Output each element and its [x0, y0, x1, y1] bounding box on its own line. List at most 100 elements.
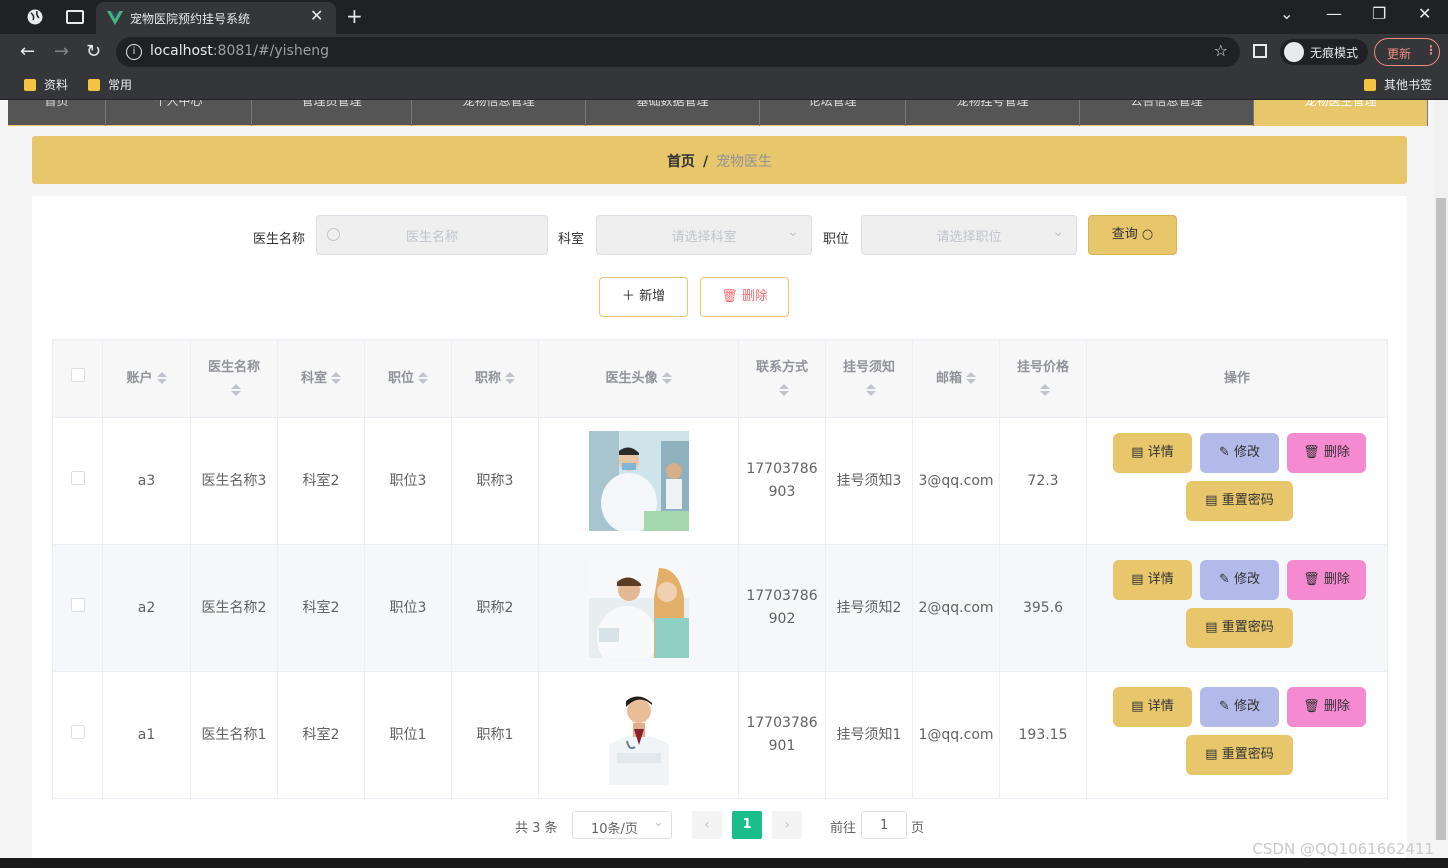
sort-icon[interactable]: [231, 383, 241, 396]
prev-page-button[interactable]: ‹: [692, 811, 722, 839]
edit-button[interactable]: ✎ 修改: [1200, 560, 1279, 600]
info-icon[interactable]: i: [126, 44, 142, 60]
nav-item-pet-info[interactable]: 宠物信息管理: [412, 100, 586, 126]
position-select[interactable]: 请选择职位 ⌄: [861, 215, 1077, 255]
goto-page-input[interactable]: 1: [861, 811, 907, 839]
url-field[interactable]: i localhost:8081/#/yisheng ☆: [116, 37, 1240, 67]
folder-icon: [24, 79, 36, 91]
reset-password-button[interactable]: ▤ 重置密码: [1186, 608, 1293, 648]
bookmark-folder[interactable]: 资料: [24, 76, 68, 93]
sort-icon[interactable]: [661, 372, 672, 384]
page-viewport: 首页 个人中心 管理员管理 宠物信息管理 基础数据管理 论坛管理 宠物挂号管理 …: [0, 100, 1448, 868]
browser-tab[interactable]: 宠物医院预约挂号系统 ✕: [96, 2, 336, 34]
cell-doctor-name: 医生名称1: [190, 671, 278, 799]
detail-button[interactable]: ▤ 详情: [1113, 433, 1192, 473]
header-price[interactable]: 挂号价格: [999, 339, 1087, 418]
add-button[interactable]: ＋ 新增: [599, 277, 688, 317]
sort-icon[interactable]: [331, 372, 341, 384]
trash-icon: 🗑: [1303, 572, 1320, 587]
document-icon: ▤: [1131, 445, 1144, 460]
incognito-badge[interactable]: 无痕模式: [1280, 39, 1368, 65]
reload-icon[interactable]: ↻: [86, 41, 101, 62]
cell-price: 72.3: [999, 417, 1087, 545]
delete-button[interactable]: 🗑 删除: [1287, 433, 1366, 473]
cell-actions: ▤ 详情 ✎ 修改 🗑 删除 ▤ 重置密码: [1086, 544, 1388, 672]
cell-title: 职称2: [451, 544, 539, 672]
minimize-icon[interactable]: —: [1326, 4, 1342, 23]
cell-actions: ▤ 详情 ✎ 修改 🗑 删除 ▤ 重置密码: [1086, 417, 1388, 545]
sort-icon[interactable]: [156, 372, 167, 384]
delete-button[interactable]: 🗑 删除: [1287, 687, 1366, 727]
chevron-down-icon[interactable]: ⌄: [1280, 4, 1293, 23]
new-tab-icon[interactable]: +: [346, 4, 363, 28]
menu-dots-icon: ⋮: [1425, 43, 1437, 57]
detail-button[interactable]: ▤ 详情: [1113, 560, 1192, 600]
tab-title: 宠物医院预约挂号系统: [130, 12, 251, 26]
other-bookmarks[interactable]: 其他书签: [1364, 76, 1432, 93]
nav-item-admin[interactable]: 管理员管理: [252, 100, 412, 126]
restore-icon[interactable]: ❐: [1372, 4, 1386, 23]
header-email[interactable]: 邮箱: [912, 339, 1000, 418]
sort-icon[interactable]: [505, 372, 515, 384]
delete-button[interactable]: 🗑 删除: [1287, 560, 1366, 600]
tab-search-icon[interactable]: [66, 10, 84, 24]
next-page-button[interactable]: ›: [772, 811, 802, 839]
nav-item-forum[interactable]: 论坛管理: [760, 100, 906, 126]
document-icon: ▤: [1131, 572, 1144, 587]
select-all-checkbox[interactable]: [70, 368, 85, 382]
back-icon[interactable]: ←: [20, 41, 35, 62]
doctor-photo[interactable]: [588, 431, 689, 531]
header-position[interactable]: 职位: [364, 339, 452, 418]
nav-item-doctor[interactable]: 宠物医生管理: [1254, 100, 1428, 126]
nav-item-registration[interactable]: 宠物挂号管理: [906, 100, 1080, 126]
close-window-icon[interactable]: ✕: [1418, 4, 1431, 23]
close-tab-icon[interactable]: ✕: [310, 6, 323, 25]
cell-avatar: [538, 671, 739, 799]
edit-button[interactable]: ✎ 修改: [1200, 433, 1279, 473]
header-title[interactable]: 职称: [451, 339, 539, 418]
vue-logo-icon: [107, 11, 123, 25]
forward-icon[interactable]: →: [54, 41, 69, 62]
position-label: 职位: [823, 232, 850, 247]
nav-item-profile[interactable]: 个人中心: [106, 100, 252, 126]
page-1-button[interactable]: 1: [732, 811, 762, 839]
incognito-label: 无痕模式: [1310, 46, 1359, 60]
row-checkbox[interactable]: [70, 597, 85, 612]
batch-delete-button[interactable]: 🗑 删除: [700, 277, 789, 317]
bookmark-star-icon[interactable]: ☆: [1214, 41, 1228, 60]
folder-icon: [88, 79, 100, 91]
page-size-select[interactable]: 10条/页 ⌄: [572, 811, 672, 839]
header-account[interactable]: 账户: [102, 339, 191, 418]
bookmark-folder[interactable]: 常用: [88, 76, 132, 93]
query-button[interactable]: 查询 ○: [1088, 215, 1177, 255]
reset-password-button[interactable]: ▤ 重置密码: [1186, 735, 1293, 775]
doctor-photo[interactable]: [588, 558, 689, 658]
sort-icon[interactable]: [966, 372, 976, 384]
header-notice[interactable]: 挂号须知: [825, 339, 913, 418]
row-checkbox[interactable]: [70, 724, 85, 739]
sort-icon[interactable]: [1040, 383, 1050, 396]
sort-icon[interactable]: [866, 383, 876, 396]
sort-icon[interactable]: [779, 383, 789, 396]
sort-icon[interactable]: [418, 372, 428, 384]
header-dept[interactable]: 科室: [277, 339, 365, 418]
edit-button[interactable]: ✎ 修改: [1200, 687, 1279, 727]
header-doctor-name[interactable]: 医生名称: [190, 339, 278, 418]
dept-select[interactable]: 请选择科室 ⌄: [596, 215, 812, 255]
reset-password-button[interactable]: ▤ 重置密码: [1186, 481, 1293, 521]
breadcrumb-home[interactable]: 首页: [667, 154, 695, 170]
nav-item-notice[interactable]: 公告信息管理: [1080, 100, 1254, 126]
scrollbar-thumb[interactable]: [1436, 198, 1446, 840]
nav-item-base-data[interactable]: 基础数据管理: [586, 100, 760, 126]
header-avatar[interactable]: 医生头像: [538, 339, 739, 418]
dept-label: 科室: [558, 232, 585, 247]
header-phone[interactable]: 联系方式: [738, 339, 826, 418]
doctor-name-input[interactable]: 医生名称: [316, 215, 548, 255]
doctor-photo[interactable]: [588, 685, 689, 785]
update-button[interactable]: 更新 ⋮: [1374, 38, 1440, 66]
detail-button[interactable]: ▤ 详情: [1113, 687, 1192, 727]
nav-item-home[interactable]: 首页: [8, 100, 106, 126]
cell-dept: 科室2: [277, 671, 365, 799]
row-checkbox[interactable]: [70, 470, 85, 485]
side-panel-icon[interactable]: [1253, 44, 1267, 58]
